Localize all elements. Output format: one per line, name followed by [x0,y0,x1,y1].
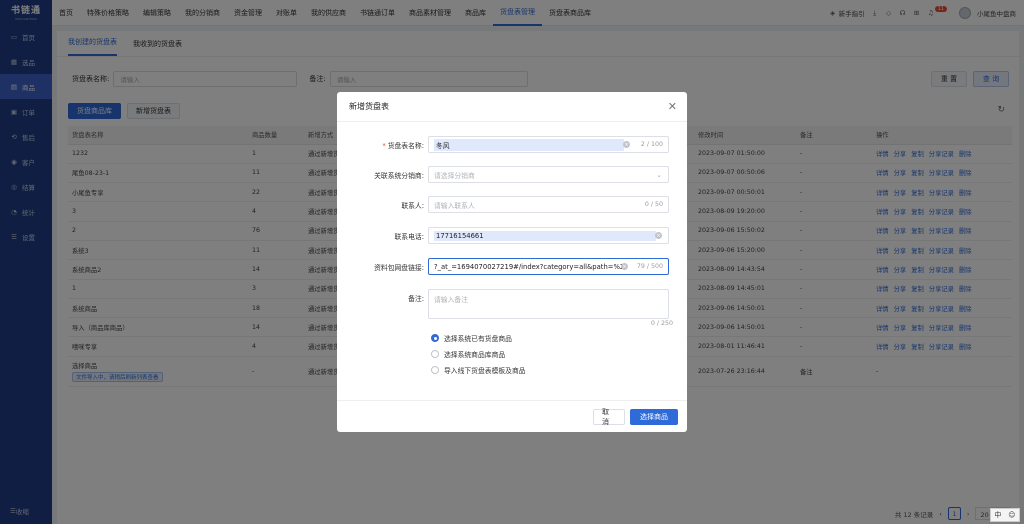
option-import-template[interactable]: 导入线下货盘表模板及商品 [431,365,526,375]
phone-row: 联系电话: 17716154661 × [337,227,669,244]
distributor-row: 关联系统分销商: 请选择分销商 ⌄ [337,166,669,183]
netdisk-link-field[interactable]: ?_at_=1694070027219#/index?category=all&… [428,258,669,275]
ime-label: 中 [994,511,1002,519]
distributor-placeholder: 请选择分销商 [434,171,475,180]
link-row: 资料包网盘链接: ?_at_=1694070027219#/index?cate… [337,258,669,275]
remark-count: 0 / 250 [650,320,673,327]
contact-field[interactable]: 请输入联系人 0 / 50 [428,196,669,213]
option-label: 导入线下货盘表模板及商品 [444,367,526,375]
cancel-button[interactable]: 取 消 [593,408,625,426]
option-label: 选择系统商品库商品 [444,351,506,359]
clear-icon[interactable]: × [621,263,628,270]
radio-icon [431,366,439,374]
remark-textarea[interactable]: 请输入备注 [428,289,669,319]
option-system-library[interactable]: 选择系统商品库商品 [431,349,505,359]
contact-row: 联系人: 请输入联系人 0 / 50 [337,196,669,213]
name-count: 2 / 100 [640,141,663,148]
dialog-footer: 取 消 选择商品 [337,400,687,432]
remark-row: 备注: 请输入备注 [337,289,669,319]
contact-placeholder: 请输入联系人 [434,201,475,210]
contact-label: 联系人: [401,201,424,210]
close-icon[interactable]: ✕ [668,100,677,113]
phone-label: 联系电话: [394,232,424,241]
distributor-select[interactable]: 请选择分销商 ⌄ [428,166,669,183]
confirm-select-goods-button[interactable]: 选择商品 [630,409,678,425]
clear-icon[interactable]: × [623,141,630,148]
radio-selected-icon [431,334,439,342]
ime-indicator[interactable]: 中 ☺ [990,508,1020,522]
remark-label: 备注: [408,295,424,303]
option-existing-goods[interactable]: 选择系统已有货盘商品 [431,333,512,343]
link-count: 79 / 500 [636,263,663,270]
contact-count: 0 / 50 [644,201,663,208]
link-value: ?_at_=1694070027219#/index?category=all&… [434,262,622,271]
chevron-down-icon: ⌄ [656,170,662,179]
new-pallet-dialog: 新增货盘表 ✕ * 货盘表名称: 冬风 × 2 / 100 关联系统分销商: 请选… [337,92,687,432]
radio-icon [431,350,439,358]
pallet-name-value: 冬风 [434,138,624,151]
phone-value: 17716154661 [434,230,656,241]
pallet-name-field[interactable]: 冬风 × 2 / 100 [428,136,669,153]
link-label: 资料包网盘链接: [374,263,424,272]
name-row: * 货盘表名称: 冬风 × 2 / 100 [337,136,669,153]
option-label: 选择系统已有货盘商品 [444,335,512,343]
dialog-title: 新增货盘表 [337,92,687,122]
clear-icon[interactable]: × [655,232,662,239]
phone-field[interactable]: 17716154661 × [428,227,669,244]
ime-icon: ☺ [1008,511,1016,519]
name-label: * 货盘表名称: [382,141,424,150]
distributor-label: 关联系统分销商: [374,171,424,180]
